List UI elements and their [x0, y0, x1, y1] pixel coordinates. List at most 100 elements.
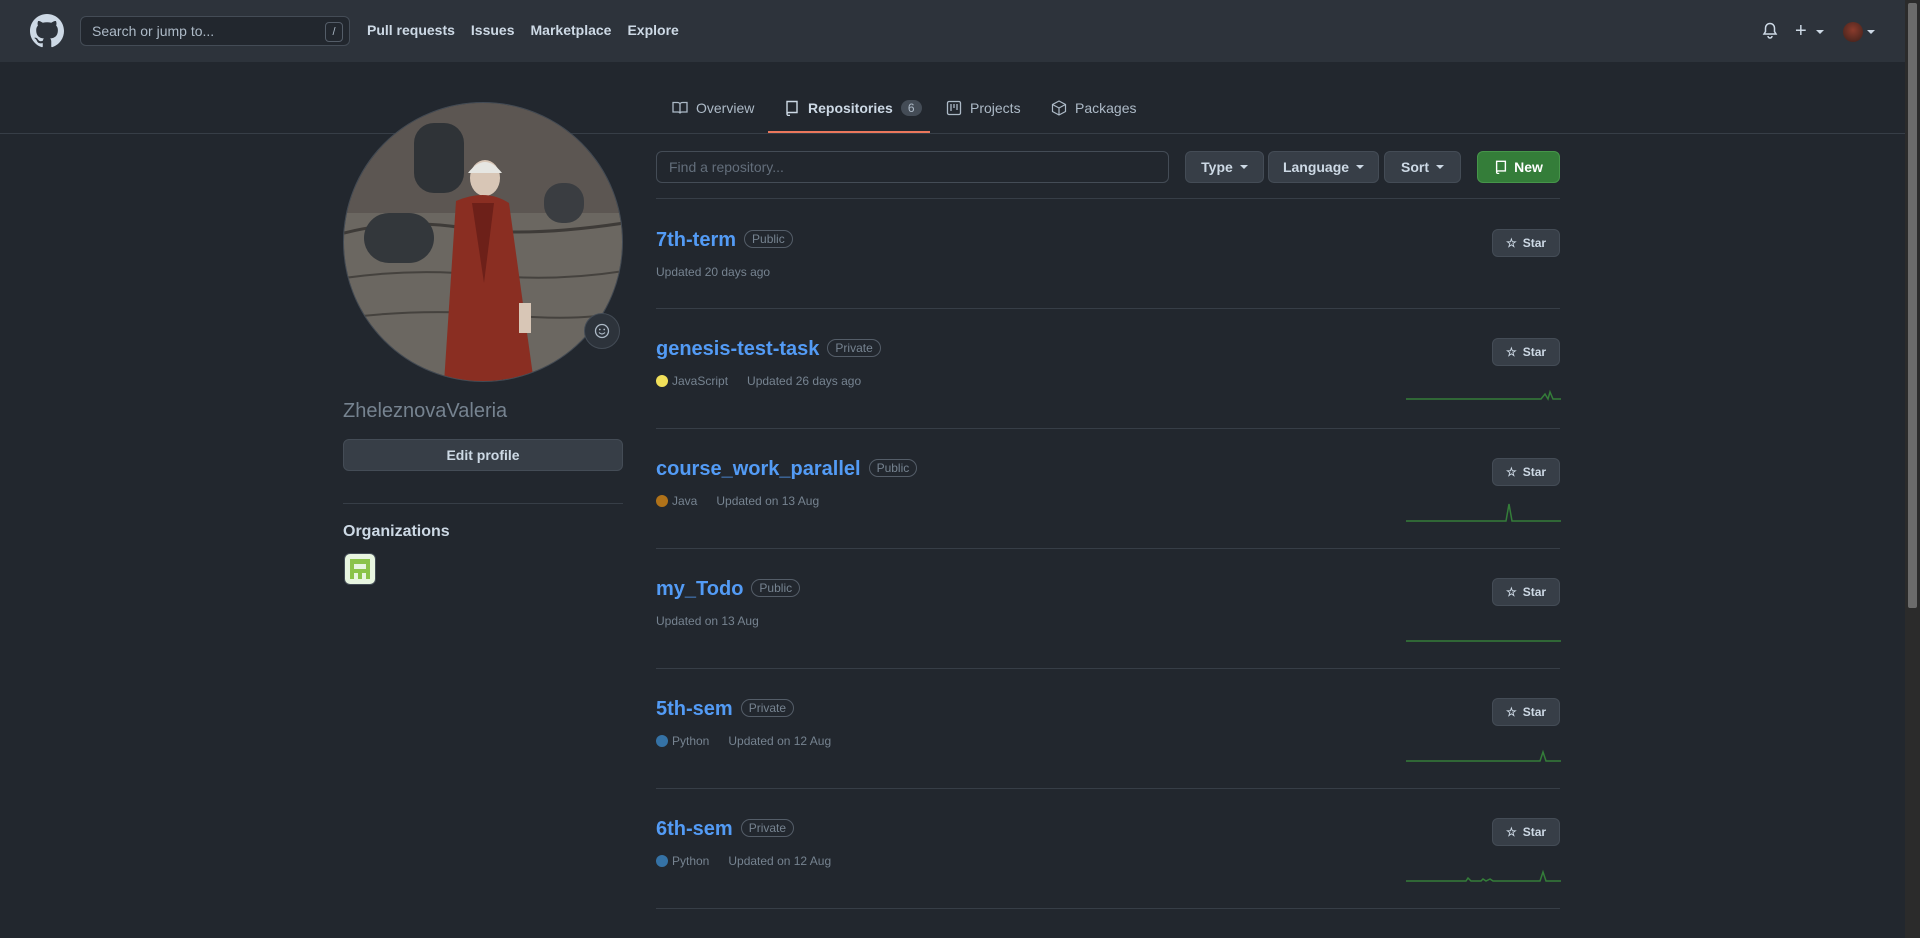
- repo-list-item: genesis-test-task Private JavaScript Updat…: [656, 338, 1561, 458]
- star-icon: ☆: [1505, 236, 1517, 250]
- search-placeholder: Search or jump to...: [92, 23, 215, 39]
- tab-projects[interactable]: Projects: [946, 100, 1021, 116]
- repo-updated: Updated on 12 Aug: [728, 734, 832, 748]
- set-status-button[interactable]: [584, 313, 620, 349]
- repo-list-item: course_work_parallel Public Java Updated o…: [656, 458, 1561, 578]
- star-label: Star: [1522, 585, 1547, 599]
- repo-meta: Python Updated on 12 Aug: [656, 734, 831, 748]
- star-button[interactable]: ☆ Star: [1492, 338, 1560, 366]
- dropdown-label: Language: [1282, 159, 1350, 175]
- repo-name-link[interactable]: my_Todo: [656, 578, 743, 600]
- chevron-down-icon: [1867, 30, 1875, 34]
- star-icon: ☆: [1505, 465, 1517, 479]
- language-filter-dropdown[interactable]: Language: [1268, 151, 1379, 183]
- activity-sparkline: [1406, 869, 1561, 882]
- repo-language: Python: [672, 734, 710, 748]
- repo-list-item: my_Todo Public Updated on 13 Aug ☆ Star: [656, 578, 1561, 698]
- repo-list-item: 6th-sem Private Python Updated on 12 Aug ☆…: [656, 818, 1561, 938]
- repo-updated: Updated on 13 Aug: [656, 614, 759, 628]
- profile-avatar[interactable]: [343, 102, 623, 382]
- user-avatar-menu[interactable]: [1843, 22, 1863, 42]
- repo-divider: [656, 668, 1560, 669]
- repo-language: Java: [672, 494, 698, 508]
- edit-profile-button[interactable]: Edit profile: [343, 439, 623, 471]
- repo-name-link[interactable]: 7th-term: [656, 229, 736, 251]
- dropdown-label: Type: [1201, 159, 1233, 175]
- language-color-dot: [656, 375, 668, 387]
- tab-packages[interactable]: Packages: [1051, 100, 1136, 116]
- chevron-down-icon: [1356, 165, 1365, 169]
- nav-explore[interactable]: Explore: [627, 22, 678, 38]
- sort-dropdown[interactable]: Sort: [1384, 151, 1461, 183]
- repo-updated: Updated 20 days ago: [656, 265, 771, 279]
- repo-meta: Updated 20 days ago: [656, 265, 770, 279]
- star-button[interactable]: ☆ Star: [1492, 818, 1560, 846]
- tab-repositories[interactable]: Repositories 6: [784, 100, 922, 116]
- repo-meta: Updated on 13 Aug: [656, 614, 759, 628]
- profile-photo: [344, 103, 622, 381]
- star-button[interactable]: ☆ Star: [1492, 698, 1560, 726]
- tab-label: Packages: [1075, 100, 1137, 116]
- create-new-menu[interactable]: +: [1795, 20, 1807, 43]
- star-icon: ☆: [1505, 825, 1517, 839]
- visibility-badge: Public: [744, 230, 793, 248]
- repo-meta: Python Updated on 12 Aug: [656, 854, 831, 868]
- repositories-count-badge: 6: [900, 100, 922, 116]
- repo-divider: [656, 548, 1560, 549]
- repo-meta: Java Updated on 13 Aug: [656, 494, 819, 508]
- repo-divider: [656, 788, 1560, 789]
- visibility-badge: Public: [751, 579, 801, 597]
- star-button[interactable]: ☆ Star: [1492, 458, 1560, 486]
- repo-name-link[interactable]: 6th-sem: [656, 818, 733, 840]
- scrollbar-thumb[interactable]: [1908, 3, 1917, 608]
- visibility-badge: Private: [740, 699, 795, 717]
- star-icon: ☆: [1505, 705, 1517, 719]
- activity-sparkline: [1406, 389, 1561, 401]
- repo-name-link[interactable]: course_work_parallel: [656, 458, 861, 480]
- tab-label: Repositories: [808, 100, 893, 116]
- repo-name-link[interactable]: genesis-test-task: [656, 338, 819, 360]
- chevron-down-icon: [1816, 30, 1824, 34]
- tab-label: Overview: [696, 100, 755, 116]
- activity-sparkline: [1406, 749, 1561, 762]
- star-icon: ☆: [1505, 345, 1517, 359]
- star-label: Star: [1522, 465, 1547, 479]
- repo-meta: JavaScript Updated 26 days ago: [656, 374, 861, 388]
- organization-avatar[interactable]: [344, 553, 376, 585]
- tab-overview[interactable]: Overview: [672, 100, 754, 116]
- nav-issues[interactable]: Issues: [471, 22, 515, 38]
- language-color-dot: [656, 855, 668, 867]
- org-identicon: [350, 559, 370, 579]
- star-button[interactable]: ☆ Star: [1492, 578, 1560, 606]
- star-label: Star: [1522, 236, 1547, 250]
- global-nav: Pull requests Issues Marketplace Explore: [367, 22, 679, 38]
- chevron-down-icon: [1436, 165, 1444, 169]
- search-input[interactable]: Search or jump to... /: [80, 16, 350, 46]
- sidebar-divider: [343, 503, 623, 504]
- repo-name-link[interactable]: 5th-sem: [656, 698, 733, 720]
- tabs-divider: [0, 133, 1905, 134]
- repo-updated: Updated on 12 Aug: [728, 854, 832, 868]
- new-repository-button[interactable]: New: [1477, 151, 1560, 183]
- activity-sparkline: [1406, 503, 1561, 522]
- nav-marketplace[interactable]: Marketplace: [531, 22, 612, 38]
- nav-pull-requests[interactable]: Pull requests: [367, 22, 455, 38]
- bell-icon[interactable]: [1762, 22, 1778, 40]
- dropdown-label: Sort: [1401, 159, 1429, 175]
- project-icon: [946, 100, 962, 116]
- repo-divider: [656, 428, 1560, 429]
- page-scrollbar[interactable]: [1905, 0, 1920, 938]
- repo-updated: Updated on 13 Aug: [716, 494, 820, 508]
- star-button[interactable]: ☆ Star: [1492, 229, 1560, 257]
- repo-list-item: 7th-term Public Updated 20 days ago ☆ Star: [656, 229, 1560, 349]
- repo-list-item: 5th-sem Private Python Updated on 12 Aug ☆…: [656, 698, 1561, 818]
- github-logo-icon[interactable]: [30, 14, 64, 48]
- tab-label: Projects: [970, 100, 1021, 116]
- new-button-label: New: [1514, 159, 1543, 175]
- repo-divider: [656, 308, 1560, 309]
- find-repository-input[interactable]: [656, 151, 1169, 183]
- type-filter-dropdown[interactable]: Type: [1185, 151, 1264, 183]
- profile-username: ZheleznovaValeria: [343, 400, 508, 422]
- search-shortcut-badge: /: [325, 22, 343, 42]
- visibility-badge: Private: [740, 819, 795, 837]
